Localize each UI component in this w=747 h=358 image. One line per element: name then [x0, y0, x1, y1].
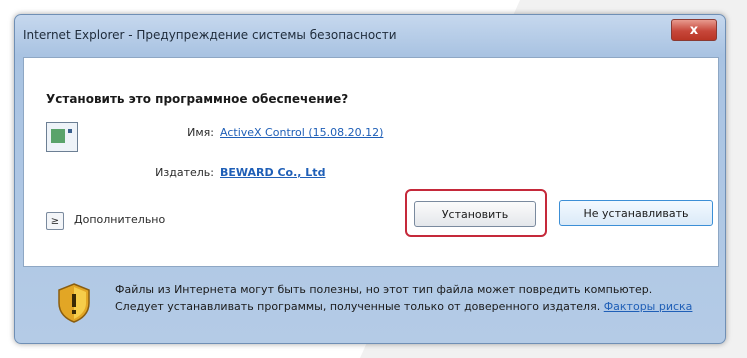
publisher-label: Издатель: — [155, 166, 214, 179]
security-warning-dialog: Internet Explorer - Предупреждение систе… — [14, 14, 726, 344]
install-question: Установить это программное обеспечение? — [46, 92, 349, 106]
warning-footer: Файлы из Интернета могут быть полезны, н… — [23, 271, 717, 333]
more-options-label[interactable]: Дополнительно — [74, 213, 165, 226]
risk-factors-link[interactable]: Факторы риска — [604, 300, 693, 313]
name-value-link[interactable]: ActiveX Control (15.08.20.12) — [220, 126, 383, 139]
close-button[interactable]: x — [671, 19, 717, 41]
activex-component-icon — [46, 122, 78, 152]
install-button[interactable]: Установить — [414, 201, 536, 227]
more-options-toggle[interactable]: ≥ — [46, 212, 64, 230]
warning-message: Файлы из Интернета могут быть полезны, н… — [115, 281, 695, 315]
dialog-title: Internet Explorer - Предупреждение систе… — [23, 28, 397, 42]
publisher-value-link[interactable]: BEWARD Co., Ltd — [220, 166, 325, 179]
warning-text: Файлы из Интернета могут быть полезны, н… — [115, 283, 653, 313]
dialog-titlebar: Internet Explorer - Предупреждение систе… — [15, 15, 725, 55]
name-label: Имя: — [187, 126, 214, 139]
dialog-content-panel: Установить это программное обеспечение? … — [23, 57, 719, 267]
dont-install-button[interactable]: Не устанавливать — [559, 200, 713, 226]
security-shield-icon — [58, 283, 90, 323]
